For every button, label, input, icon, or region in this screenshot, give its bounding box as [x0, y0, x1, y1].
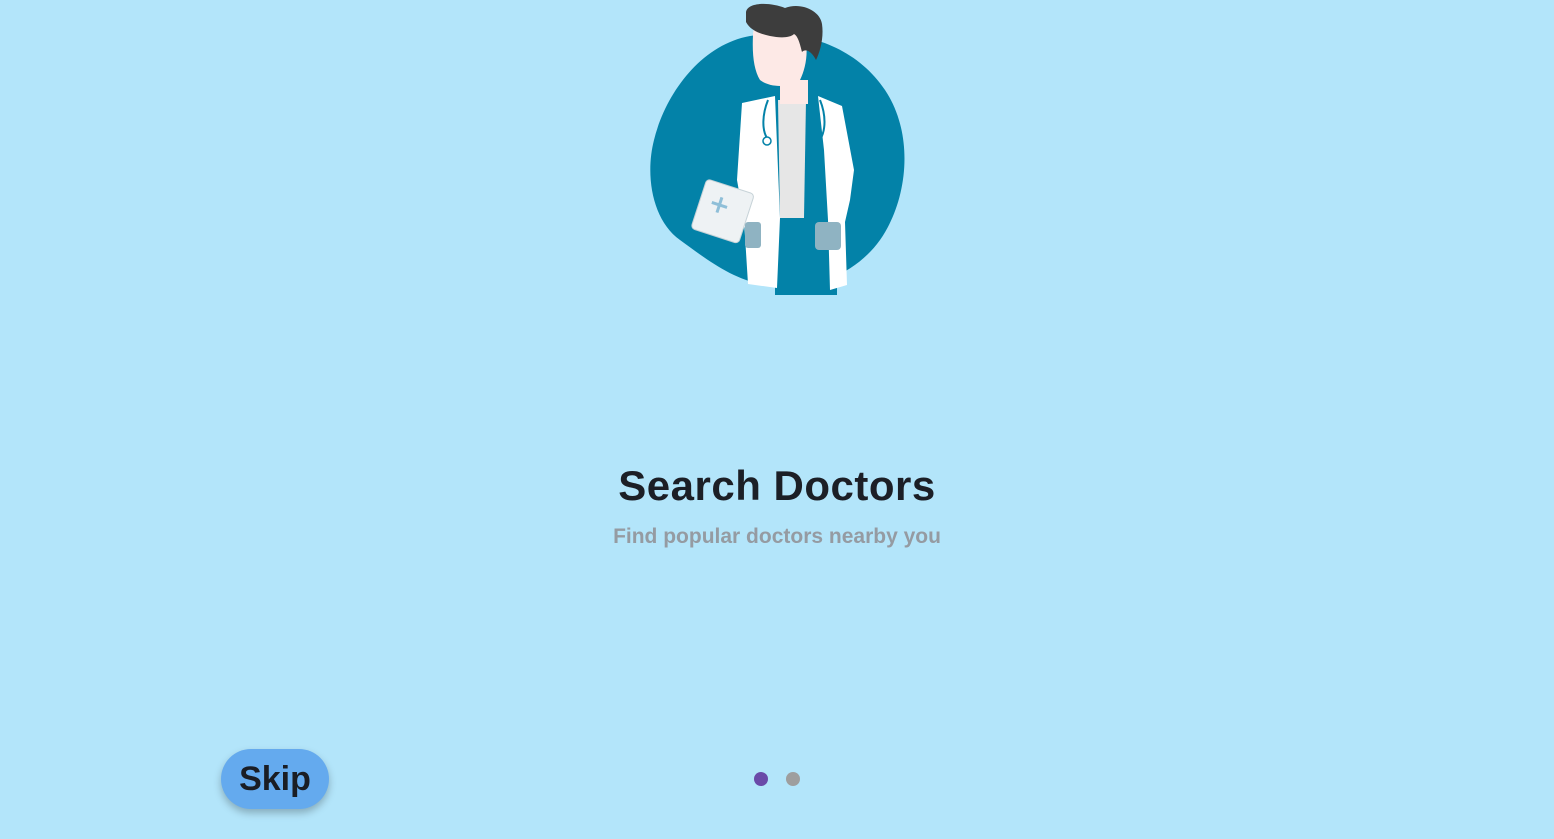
- page-title: Search Doctors: [618, 462, 936, 509]
- page-dot-2[interactable]: [786, 772, 800, 786]
- page-subtitle: Find popular doctors nearby you: [613, 525, 941, 548]
- onboarding-screen: Search Doctors Find popular doctors near…: [0, 0, 1554, 839]
- skip-button[interactable]: Skip: [221, 749, 329, 809]
- page-dot-1-active[interactable]: [754, 772, 768, 786]
- page-indicator: [754, 772, 800, 786]
- doctor-illustration: [640, 0, 920, 295]
